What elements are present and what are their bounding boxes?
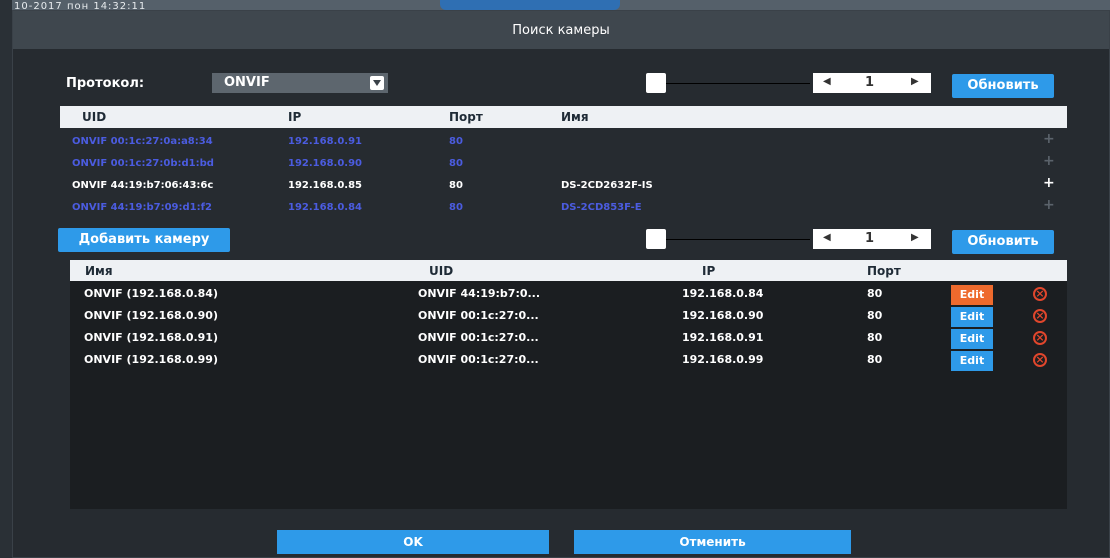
cell-name: ONVIF (192.168.0.99) bbox=[84, 353, 218, 366]
col-uid-header: UID bbox=[82, 110, 107, 124]
cell-ip: 192.168.0.90 bbox=[682, 309, 764, 322]
table-row[interactable]: ONVIF (192.168.0.99) ONVIF 00:1c:27:0... 1… bbox=[70, 349, 1067, 371]
cell-uid: ONVIF 00:1c:27:0a:a8:34 bbox=[72, 136, 213, 147]
col-port-header: Порт bbox=[867, 264, 901, 278]
cell-ip: 192.168.0.90 bbox=[288, 158, 363, 169]
cell-name: DS-2CD2632F-IS bbox=[561, 180, 653, 191]
cell-uid: ONVIF 00:1c:27:0... bbox=[418, 309, 539, 322]
cell-uid: ONVIF 00:1c:27:0... bbox=[418, 331, 539, 344]
plus-icon[interactable]: + bbox=[1043, 197, 1055, 213]
table-row[interactable]: ONVIF (192.168.0.90) ONVIF 00:1c:27:0... 1… bbox=[70, 305, 1067, 327]
refresh-button-bottom[interactable]: Обновить bbox=[952, 230, 1054, 254]
background-toolbar bbox=[440, 0, 620, 10]
cell-ip: 192.168.0.99 bbox=[682, 353, 764, 366]
dialog-title: Поиск камеры bbox=[512, 23, 610, 38]
search-table-header: UID IP Порт Имя bbox=[60, 106, 1067, 128]
col-name-header: Имя bbox=[85, 264, 113, 278]
delete-icon[interactable]: × bbox=[1033, 331, 1047, 345]
dialog-titlebar: Поиск камеры bbox=[13, 11, 1109, 49]
cell-name: DS-2CD853F-E bbox=[561, 202, 642, 213]
refresh-button[interactable]: Обновить bbox=[952, 74, 1054, 98]
cell-uid: ONVIF 44:19:b7:09:d1:f2 bbox=[72, 202, 212, 213]
page-slider-handle[interactable] bbox=[646, 73, 666, 93]
plus-icon[interactable]: + bbox=[1043, 153, 1055, 169]
delete-icon[interactable]: × bbox=[1033, 309, 1047, 323]
cell-port: 80 bbox=[867, 287, 883, 300]
camera-search-dialog: Поиск камеры Протокол: ONVIF ◀ 1 ▶ Обнов… bbox=[12, 10, 1110, 558]
cell-uid: ONVIF 44:19:b7:06:43:6c bbox=[72, 180, 214, 191]
cell-ip: 192.168.0.91 bbox=[682, 331, 764, 344]
protocol-select[interactable]: ONVIF bbox=[212, 73, 388, 93]
delete-icon[interactable]: × bbox=[1033, 287, 1047, 301]
cell-name: ONVIF (192.168.0.84) bbox=[84, 287, 218, 300]
cancel-button[interactable]: Отменить bbox=[574, 530, 851, 554]
col-uid-header: UID bbox=[429, 264, 454, 278]
cell-port: 80 bbox=[867, 353, 883, 366]
table-row[interactable]: ONVIF (192.168.0.91) ONVIF 00:1c:27:0... 1… bbox=[70, 327, 1067, 349]
page-navigator-bottom: ◀ 1 ▶ bbox=[813, 229, 931, 249]
cell-port: 80 bbox=[449, 158, 463, 169]
col-name-header: Имя bbox=[561, 110, 589, 124]
page-number-bottom: 1 bbox=[865, 231, 875, 246]
cell-port: 80 bbox=[867, 331, 883, 344]
cell-port: 80 bbox=[449, 136, 463, 147]
chevron-down-icon bbox=[370, 76, 384, 90]
edit-button[interactable]: Edit bbox=[951, 285, 993, 305]
added-table-header: Имя UID IP Порт bbox=[70, 260, 1067, 282]
cell-port: 80 bbox=[449, 180, 463, 191]
col-ip-header: IP bbox=[288, 110, 302, 124]
cell-port: 80 bbox=[867, 309, 883, 322]
plus-icon[interactable]: + bbox=[1043, 131, 1055, 147]
cell-name: ONVIF (192.168.0.91) bbox=[84, 331, 218, 344]
col-ip-header: IP bbox=[702, 264, 716, 278]
arrow-right-icon[interactable]: ▶ bbox=[911, 76, 919, 87]
arrow-left-icon[interactable]: ◀ bbox=[823, 232, 831, 243]
background-left-edge bbox=[0, 0, 12, 558]
cell-port: 80 bbox=[449, 202, 463, 213]
delete-icon[interactable]: × bbox=[1033, 353, 1047, 367]
table-row[interactable]: ONVIF (192.168.0.84) ONVIF 44:19:b7:0... 1… bbox=[70, 283, 1067, 305]
page-slider-handle-bottom[interactable] bbox=[646, 229, 666, 249]
page-number: 1 bbox=[865, 75, 875, 90]
edit-button[interactable]: Edit bbox=[951, 329, 993, 349]
cell-ip: 192.168.0.91 bbox=[288, 136, 363, 147]
cell-uid: ONVIF 00:1c:27:0... bbox=[418, 353, 539, 366]
add-camera-button[interactable]: Добавить камеру bbox=[58, 228, 230, 252]
table-row[interactable]: ONVIF 00:1c:27:0a:a8:34 192.168.0.91 80 + bbox=[60, 131, 1067, 153]
cell-name: ONVIF (192.168.0.90) bbox=[84, 309, 218, 322]
page-navigator: ◀ 1 ▶ bbox=[813, 73, 931, 93]
cell-ip: 192.168.0.84 bbox=[682, 287, 764, 300]
table-row[interactable]: ONVIF 44:19:b7:06:43:6c 192.168.0.85 80 DS-… bbox=[60, 175, 1067, 197]
cell-uid: ONVIF 44:19:b7:0... bbox=[418, 287, 541, 300]
table-row[interactable]: ONVIF 44:19:b7:09:d1:f2 192.168.0.84 80 DS-… bbox=[60, 197, 1067, 219]
col-port-header: Порт bbox=[449, 110, 483, 124]
protocol-value: ONVIF bbox=[224, 75, 270, 90]
cell-uid: ONVIF 00:1c:27:0b:d1:bd bbox=[72, 158, 214, 169]
plus-icon[interactable]: + bbox=[1043, 175, 1055, 191]
table-row[interactable]: ONVIF 00:1c:27:0b:d1:bd 192.168.0.90 80 + bbox=[60, 153, 1067, 175]
page-slider-track-bottom bbox=[666, 239, 810, 240]
cell-ip: 192.168.0.84 bbox=[288, 202, 363, 213]
arrow-right-icon[interactable]: ▶ bbox=[911, 232, 919, 243]
edit-button[interactable]: Edit bbox=[951, 351, 993, 371]
ok-button[interactable]: OK bbox=[277, 530, 549, 554]
edit-button[interactable]: Edit bbox=[951, 307, 993, 327]
arrow-left-icon[interactable]: ◀ bbox=[823, 76, 831, 87]
protocol-label: Протокол: bbox=[66, 76, 145, 91]
added-cameras-list: ONVIF (192.168.0.84) ONVIF 44:19:b7:0... 1… bbox=[70, 281, 1067, 509]
cell-ip: 192.168.0.85 bbox=[288, 180, 363, 191]
page-slider-track bbox=[666, 83, 810, 84]
